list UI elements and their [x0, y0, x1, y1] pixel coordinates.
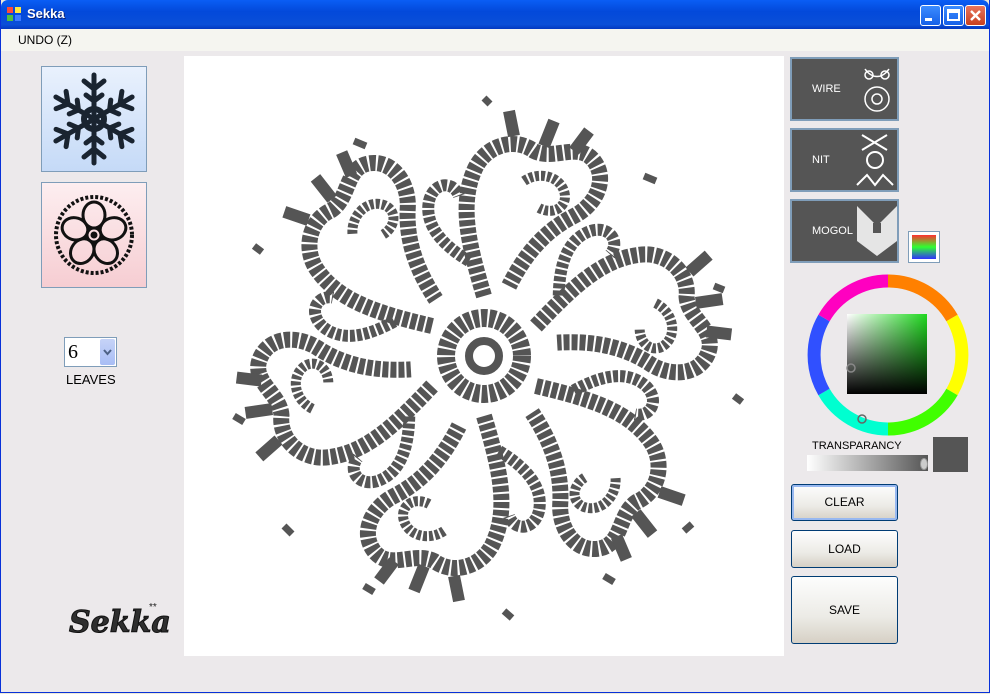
load-button[interactable]: LOAD — [791, 530, 898, 568]
nit-label: NIT — [812, 154, 830, 166]
leaves-select[interactable]: 6 — [64, 337, 117, 367]
menu-bar: UNDO (Z) — [1, 29, 989, 51]
wire-style-button[interactable]: WIRE — [790, 57, 899, 121]
minimize-icon — [925, 18, 932, 21]
lace-drawing — [184, 95, 784, 621]
load-button-label: LOAD — [828, 542, 861, 556]
flower-icon — [54, 195, 134, 275]
wire-pattern-icon — [864, 68, 890, 112]
wire-label: WIRE — [812, 83, 841, 95]
save-button-label: SAVE — [828, 603, 861, 617]
snowflake-pattern-button[interactable] — [41, 66, 147, 172]
window-title: Sekka — [27, 6, 65, 21]
minimize-button[interactable] — [920, 5, 941, 26]
clear-button-label: CLEAR — [824, 495, 865, 509]
save-button[interactable]: SAVE — [791, 576, 898, 644]
transparency-label: TRANSPARANCY — [812, 440, 902, 452]
flower-pattern-button[interactable] — [41, 182, 147, 288]
svg-text:**: ** — [149, 602, 157, 613]
rainbow-icon — [912, 235, 936, 259]
close-icon — [970, 10, 981, 21]
mogol-style-button[interactable]: MOGOL — [790, 199, 899, 263]
palette-button[interactable] — [908, 231, 940, 263]
sekka-logo: Sekka ** — [69, 602, 172, 641]
title-bar[interactable]: Sekka — [1, 0, 989, 29]
leaves-dropdown-button[interactable] — [100, 339, 115, 365]
clear-button[interactable]: CLEAR — [791, 484, 898, 521]
mogol-pattern-icon — [857, 206, 897, 256]
leaves-label: LEAVES — [66, 372, 116, 387]
transparency-slider-handle[interactable] — [920, 458, 928, 470]
transparency-slider[interactable] — [807, 455, 928, 471]
maximize-icon — [947, 9, 960, 21]
leaves-value: 6 — [68, 341, 78, 363]
chevron-down-icon — [103, 349, 112, 356]
color-wheel[interactable] — [807, 274, 969, 436]
current-color-swatch — [933, 437, 968, 472]
maximize-button[interactable] — [943, 5, 964, 26]
snowflake-icon — [42, 72, 146, 171]
nit-pattern-icon — [856, 134, 894, 187]
nit-style-button[interactable]: NIT — [790, 128, 899, 192]
close-button[interactable] — [965, 5, 986, 26]
app-icon — [7, 7, 21, 21]
app-window: Sekka UNDO (Z) 6 LEAVES Sekka ** WIRE NI… — [0, 0, 990, 693]
drawing-canvas[interactable] — [184, 56, 784, 656]
menu-undo[interactable]: UNDO (Z) — [18, 33, 72, 47]
